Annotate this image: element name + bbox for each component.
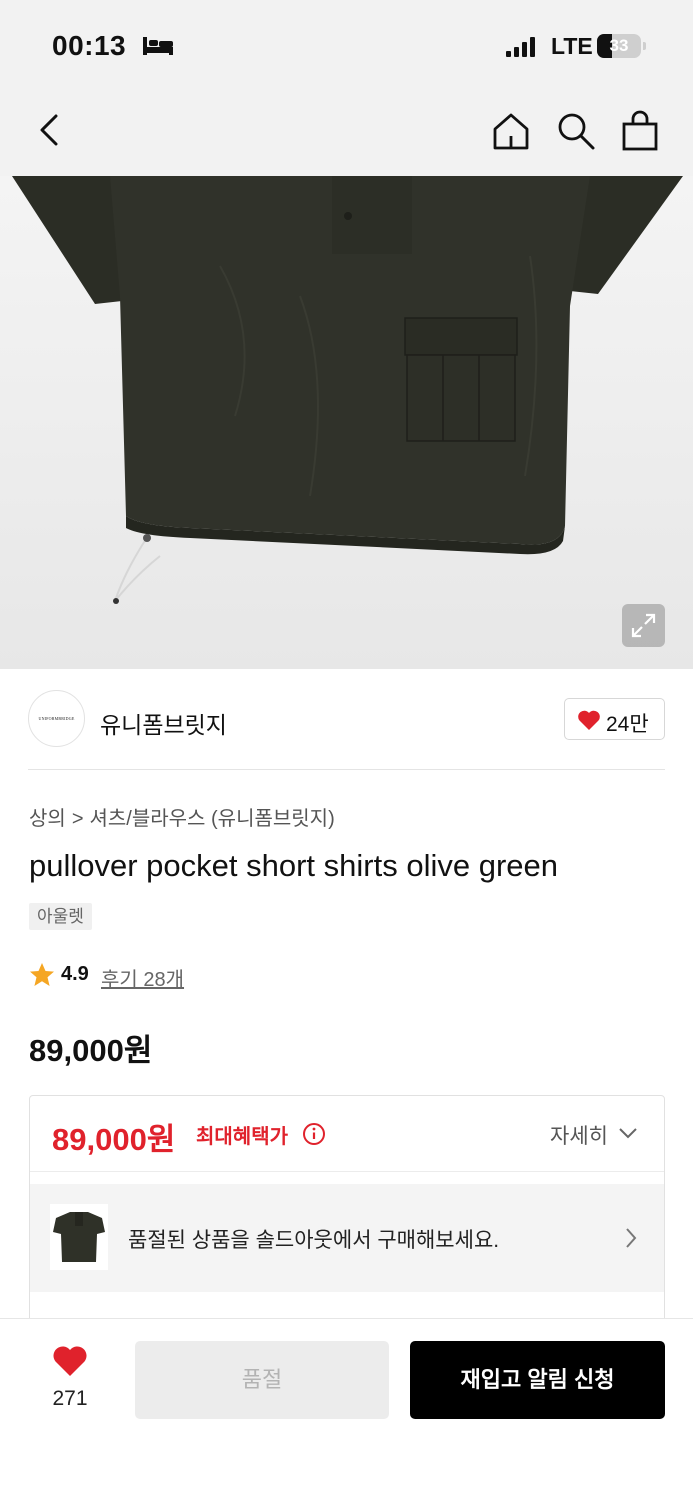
brand-like-count: 24만 [606,713,649,736]
network-label: LTE [551,33,593,59]
chevron-down-icon[interactable] [618,1126,638,1140]
shirt-illustration [12,176,683,604]
status-time: 00:13 [52,30,127,61]
max-benefit-price: 89,000원 [52,1122,176,1157]
chevron-right-icon [626,1228,637,1248]
heart-icon [53,1346,87,1376]
benefit-header[interactable]: 89,000원 최대혜택가 자세히 [30,1096,664,1172]
breadcrumb-separator: > [71,808,84,830]
shirt-thumbnail-icon [53,1212,105,1262]
home-icon[interactable] [490,110,532,152]
product-title: pullover pocket short shirts olive green [29,848,558,883]
brand-row: UNIFORMBRIDGE 유니폼브릿지 24만 [28,690,665,750]
top-nav-bar [0,90,693,176]
brand-name[interactable]: 유니폼브릿지 [100,706,227,740]
heart-icon [578,710,600,730]
expand-icon [631,613,656,638]
back-icon[interactable] [30,110,70,150]
product-image[interactable] [0,176,693,669]
battery-level: 33 [609,36,629,55]
divider [28,769,665,770]
benefit-box: 89,000원 최대혜택가 자세히 품절된 상품을 솔드아웃에서 구매해보세요. [29,1095,665,1325]
outlet-badge: 아울렛 [29,903,92,930]
max-benefit-label: 최대혜택가 [196,1126,288,1148]
search-icon[interactable] [555,110,597,152]
wishlist-count: 271 [52,1387,88,1410]
rating-value: 4.9 [61,963,89,985]
review-link[interactable]: 후기 28개 [101,963,184,992]
battery-icon: 33 [597,34,641,58]
detail-button[interactable]: 자세히 [550,1120,608,1150]
soldout-thumbnail [50,1204,108,1270]
brand-logo-text: UNIFORMBRIDGE [38,716,75,721]
soldout-banner[interactable]: 품절된 상품을 솔드아웃에서 구매해보세요. [30,1184,664,1292]
soldout-button: 품절 [135,1341,389,1419]
shopping-bag-icon[interactable] [620,110,660,152]
bed-icon [143,37,173,55]
status-bar: 00:13 LTE 33 [0,0,693,90]
expand-image-button[interactable] [622,604,665,647]
soldout-message: 품절된 상품을 솔드아웃에서 구매해보세요. [128,1229,500,1252]
restock-alert-button[interactable]: 재입고 알림 신청 [410,1341,665,1419]
wishlist-button[interactable]: 271 [40,1345,100,1415]
bottom-action-bar: 271 품절 재입고 알림 신청 [0,1318,693,1500]
product-price: 89,000원 [29,1033,153,1068]
breadcrumb: 상의 > 셔츠/블라우스 (유니폼브릿지) [29,802,335,831]
star-icon [30,963,54,986]
signal-icon [506,37,535,57]
brand-like-button[interactable]: 24만 [564,698,665,740]
breadcrumb-level1[interactable]: 상의 [29,808,66,830]
info-icon[interactable] [302,1122,326,1146]
brand-logo[interactable]: UNIFORMBRIDGE [28,690,85,747]
breadcrumb-level2[interactable]: 셔츠/블라우스 (유니폼브릿지) [90,808,335,830]
